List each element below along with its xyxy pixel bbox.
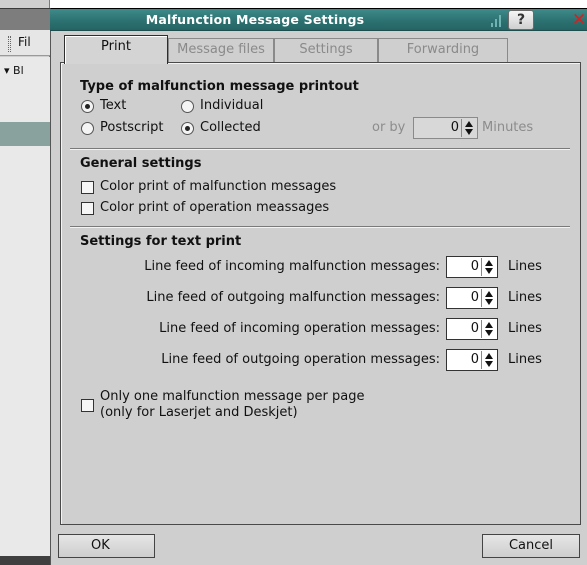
background-selected-row[interactable] bbox=[0, 122, 50, 146]
spin-value: 0 bbox=[470, 290, 479, 305]
separator bbox=[70, 226, 570, 228]
incoming-malfunction-linefeed-spinbox[interactable]: 0 bbox=[446, 256, 498, 278]
color-operation-checkbox[interactable] bbox=[81, 202, 94, 215]
radio-individual-label[interactable]: Individual bbox=[200, 98, 263, 113]
lines-unit: Lines bbox=[508, 321, 542, 336]
tab-forwarding[interactable]: Forwarding bbox=[378, 38, 508, 62]
general-settings-heading: General settings bbox=[80, 156, 202, 171]
spin-arrows-icon[interactable] bbox=[481, 320, 496, 338]
separator bbox=[70, 148, 570, 150]
spin-value: 0 bbox=[470, 259, 479, 274]
radio-postscript-label[interactable]: Postscript bbox=[100, 120, 163, 135]
background-tree-row[interactable]: ▾ Bl bbox=[4, 64, 24, 77]
color-malfunction-checkbox[interactable] bbox=[81, 181, 94, 194]
radio-text-label[interactable]: Text bbox=[100, 98, 126, 113]
spin-arrows-icon[interactable] bbox=[481, 258, 496, 276]
tab-message-files[interactable]: Message files bbox=[168, 38, 274, 62]
one-per-page-checkbox[interactable] bbox=[81, 399, 94, 412]
incoming-malfunction-linefeed-label: Line feed of incoming malfunction messag… bbox=[144, 259, 440, 274]
resize-grip-icon bbox=[491, 15, 503, 27]
radio-individual[interactable] bbox=[181, 100, 194, 113]
background-statusbar bbox=[0, 556, 50, 565]
minutes-value: 0 bbox=[450, 120, 459, 135]
radio-text[interactable] bbox=[81, 100, 94, 113]
radio-collected[interactable] bbox=[181, 122, 194, 135]
printout-type-heading: Type of malfunction message printout bbox=[80, 79, 359, 94]
help-button[interactable]: ? bbox=[508, 10, 534, 30]
lines-unit: Lines bbox=[508, 259, 542, 274]
outgoing-operation-linefeed-label: Line feed of outgoing operation messages… bbox=[161, 352, 440, 367]
close-icon[interactable]: ✕ bbox=[572, 10, 587, 30]
ok-button[interactable]: OK bbox=[58, 534, 155, 558]
lines-unit: Lines bbox=[508, 290, 542, 305]
spin-arrows-icon[interactable] bbox=[481, 351, 496, 369]
outgoing-malfunction-linefeed-spinbox[interactable]: 0 bbox=[446, 287, 498, 309]
outgoing-malfunction-linefeed-label: Line feed of outgoing malfunction messag… bbox=[146, 290, 440, 305]
background-menu-file[interactable]: Fil bbox=[18, 35, 31, 49]
spin-arrows-icon[interactable] bbox=[481, 289, 496, 307]
spin-value: 0 bbox=[470, 352, 479, 367]
radio-postscript[interactable] bbox=[81, 122, 94, 135]
background-app-titlebar bbox=[0, 8, 50, 30]
color-malfunction-label[interactable]: Color print of malfunction messages bbox=[100, 179, 336, 194]
one-per-page-note[interactable]: (only for Laserjet and Deskjet) bbox=[100, 405, 298, 420]
text-print-heading: Settings for text print bbox=[80, 234, 242, 249]
color-operation-label[interactable]: Color print of operation meassages bbox=[100, 200, 329, 215]
incoming-operation-linefeed-spinbox[interactable]: 0 bbox=[446, 318, 498, 340]
lines-unit: Lines bbox=[508, 352, 542, 367]
toolbar-grip-icon bbox=[8, 36, 11, 52]
incoming-operation-linefeed-label: Line feed of incoming operation messages… bbox=[159, 321, 440, 336]
one-per-page-label[interactable]: Only one malfunction message per page bbox=[100, 389, 364, 404]
outgoing-operation-linefeed-spinbox[interactable]: 0 bbox=[446, 349, 498, 371]
dialog-title: Malfunction Message Settings bbox=[145, 12, 365, 27]
spin-arrows-icon[interactable] bbox=[461, 119, 476, 137]
cancel-button[interactable]: Cancel bbox=[482, 534, 580, 558]
tab-print[interactable]: Print bbox=[64, 35, 168, 64]
minutes-spinbox[interactable]: 0 bbox=[413, 117, 478, 139]
minutes-label: Minutes bbox=[482, 120, 534, 135]
tab-settings[interactable]: Settings bbox=[274, 38, 378, 62]
radio-collected-label[interactable]: Collected bbox=[200, 120, 261, 135]
or-by-label: or by bbox=[372, 120, 406, 135]
spin-value: 0 bbox=[470, 321, 479, 336]
